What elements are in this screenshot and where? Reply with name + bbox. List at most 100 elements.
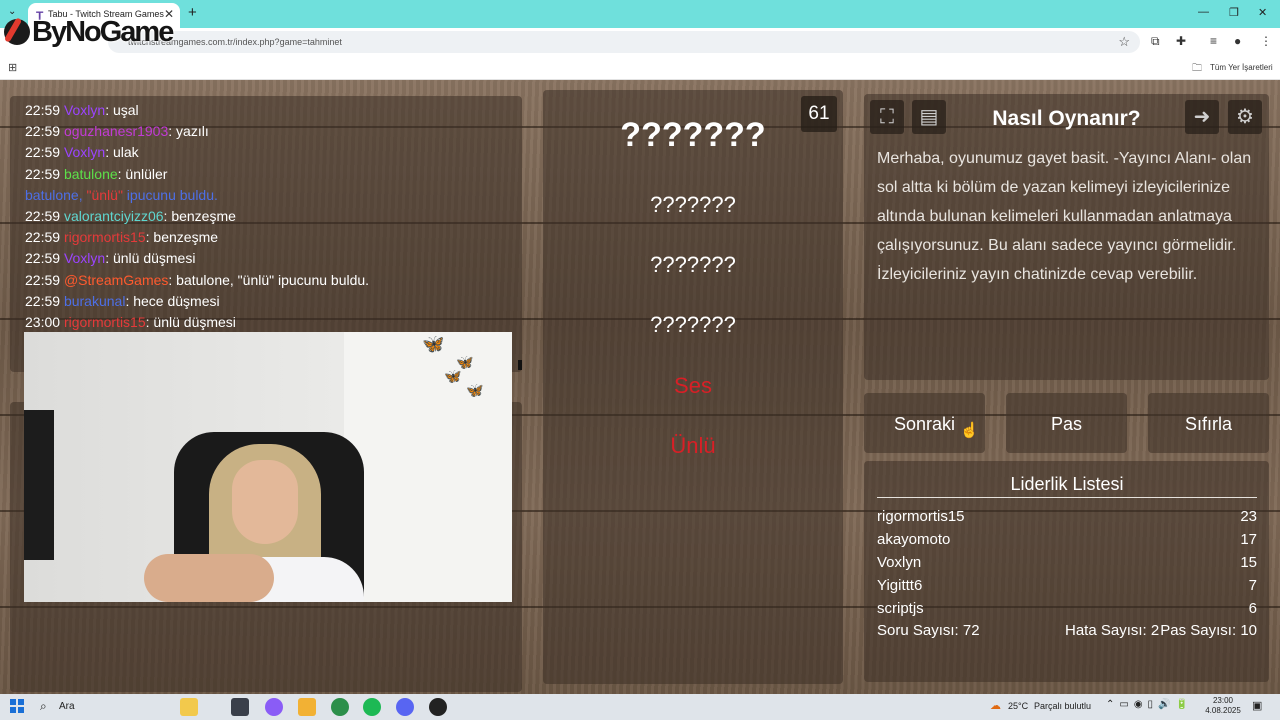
search-icon[interactable]: ⌕	[40, 699, 47, 714]
taskbar-search[interactable]: Ara	[59, 701, 75, 712]
leaderboard-score: 7	[1248, 577, 1257, 594]
cast-icon[interactable]: ⧉	[1151, 34, 1160, 49]
chat-timestamp: 22:59	[25, 292, 61, 309]
chat-message: 22:59 burakunal: hece düşmesi	[25, 291, 522, 312]
chat-text: : uşal	[105, 102, 139, 118]
leaderboard-name: Yigittt6	[877, 577, 923, 594]
weather-icon[interactable]: ☁	[990, 699, 1001, 712]
butterfly-decal-icon: 🦋	[422, 334, 445, 354]
watermark-text: ByNoGame	[32, 15, 174, 48]
bynogame-watermark: ByNoGame	[4, 12, 174, 52]
bookmark-star-icon[interactable]: ☆	[1118, 34, 1130, 50]
browser-tab-bar: ⌄ T Tabu - Twitch Stream Games ✕ + — ❐ ✕	[0, 0, 1280, 28]
hint-word: ???????	[650, 252, 736, 277]
chat-text: : ünlü düşmesi	[145, 314, 236, 331]
system-tray-icons[interactable]: ⌃▭◉▯🔊🔋	[1106, 699, 1193, 710]
browser-menu-icon[interactable]: ⋮	[1260, 34, 1272, 48]
exit-button[interactable]: ➜	[1185, 100, 1219, 134]
windows-start-icon[interactable]	[10, 699, 24, 713]
chat-timestamp: 22:59	[25, 102, 61, 118]
new-tab-plus-icon[interactable]: +	[188, 4, 197, 21]
chat-username[interactable]: batulone,	[25, 187, 87, 203]
chat-message: 22:59 batulone: ünlüler	[25, 164, 522, 185]
chat-username[interactable]: Voxlyn	[64, 102, 105, 118]
leaderboard-name: Voxlyn	[877, 554, 922, 571]
chat-panel: 22:59 Voxlyn: uşal 22:59 oguzhanesr1903: …	[10, 96, 522, 372]
chat-text: : benzeşme	[145, 229, 219, 246]
question-count: Soru Sayısı: 72	[877, 622, 980, 639]
browser-toolbar: twitchstreamgames.com.tr/index.php?game=…	[0, 28, 1280, 56]
copilot-sparkle-icon[interactable]	[180, 698, 198, 716]
extensions-icon[interactable]: ✚	[1176, 34, 1186, 48]
pass-button[interactable]: Pas	[1006, 393, 1127, 453]
chat-timestamp: 22:59	[25, 208, 61, 225]
chat-message: 22:59 @StreamGames: batulone, "ünlü" ipu…	[25, 270, 522, 291]
leaderboard-name: akayomoto	[877, 531, 951, 548]
task-view-icon[interactable]	[231, 698, 249, 716]
leaderboard-name: scriptjs	[877, 600, 924, 617]
chrome-icon[interactable]	[331, 698, 349, 716]
address-bar[interactable]: twitchstreamgames.com.tr/index.php?game=…	[108, 31, 1140, 53]
chat-username[interactable]: oguzhanesr1903	[64, 123, 168, 139]
chat-text: : ünlü düşmesi	[105, 250, 196, 267]
leaderboard-row: rigormortis15 23	[877, 508, 1257, 530]
chat-message: 22:59 Voxlyn: uşal	[25, 100, 522, 121]
chat-text: : yazılı	[168, 123, 209, 140]
chat-username[interactable]: rigormortis15	[64, 229, 146, 245]
clock-time[interactable]: 23:00	[1206, 696, 1240, 705]
leaderboard-score: 6	[1248, 600, 1257, 617]
found-word: Ünlü	[670, 433, 716, 458]
folder-icon[interactable]: 🗀	[1192, 61, 1202, 78]
chat-username[interactable]: Voxlyn	[64, 250, 105, 266]
window-close-icon[interactable]: ✕	[1258, 6, 1267, 19]
chat-username[interactable]: valorantciyizz06	[64, 208, 164, 224]
how-to-play-text: Merhaba, oyunumuz gayet basit. -Yayıncı …	[877, 150, 1252, 283]
profile-avatar-icon[interactable]: ●	[1234, 34, 1241, 48]
spotify-icon[interactable]	[363, 698, 381, 716]
weather-condition[interactable]: Parçalı bulutlu	[1034, 701, 1091, 711]
leaderboard-row: Voxlyn 15	[877, 554, 1257, 576]
chat-message: 22:59 oguzhanesr1903: yazılı	[25, 121, 522, 142]
chat-message: 23:00 rigormortis15: ünlü düşmesi	[25, 312, 522, 333]
chat-scrollbar[interactable]	[518, 360, 522, 370]
chat-message: 22:59 valorantciyizz06: benzeşme	[25, 206, 522, 227]
chat-username[interactable]: batulone	[64, 166, 118, 182]
notification-icon[interactable]: ▣	[1252, 699, 1262, 712]
chat-message: 22:59 Voxlyn: ulak	[25, 142, 522, 163]
webcam-video: 🦋 🦋 🦋 🦋	[24, 332, 512, 602]
chat-timestamp: 22:59	[25, 144, 61, 161]
discord-icon[interactable]	[396, 698, 414, 716]
chat-text: : hece düşmesi	[125, 292, 220, 309]
error-count: Hata Sayısı: 2	[1065, 622, 1160, 639]
file-explorer-icon[interactable]	[298, 698, 316, 716]
hand-cursor-icon: ☝	[960, 422, 979, 439]
chat-timestamp: 22:59	[25, 250, 61, 267]
reading-list-icon[interactable]: ≡	[1210, 34, 1217, 48]
chat-timestamp: 22:59	[25, 271, 61, 288]
minimize-icon[interactable]: —	[1198, 6, 1209, 18]
chat-username[interactable]: burakunal	[64, 293, 126, 309]
chat-timestamp: 22:59	[25, 165, 61, 182]
apps-grid-icon[interactable]: ⊞	[8, 61, 17, 74]
obs-icon[interactable]	[429, 698, 447, 716]
copilot-app-icon[interactable]	[265, 698, 283, 716]
restore-icon[interactable]: ❐	[1229, 6, 1239, 19]
pass-count: Pas Sayısı: 10	[1160, 622, 1257, 639]
found-word: Ses	[674, 373, 712, 398]
all-bookmarks-label[interactable]: Tüm Yer İşaretleri	[1210, 63, 1273, 72]
settings-button[interactable]: ⚙	[1228, 100, 1262, 134]
leaderboard-row: Yigittt6 7	[877, 577, 1257, 599]
chat-username[interactable]: rigormortis15	[64, 314, 146, 330]
chat-username[interactable]: Voxlyn	[64, 144, 105, 160]
clock-date[interactable]: 4.08.2025	[1202, 706, 1244, 715]
chat-highlight: "ünlü"	[86, 186, 123, 203]
chat-timestamp: 22:59	[25, 229, 61, 246]
chat-username[interactable]: @StreamGames	[64, 272, 168, 288]
webcam-streamer-face	[232, 460, 298, 544]
butterfly-decal-icon: 🦋	[466, 382, 484, 398]
chat-text: : batulone, "ünlü" ipucunu buldu.	[168, 271, 370, 288]
weather-temperature[interactable]: 25°C	[1008, 701, 1028, 711]
reset-button[interactable]: Sıfırla	[1148, 393, 1269, 453]
chat-timestamp: 22:59	[25, 123, 61, 140]
leaderboard-row: akayomoto 17	[877, 531, 1257, 553]
